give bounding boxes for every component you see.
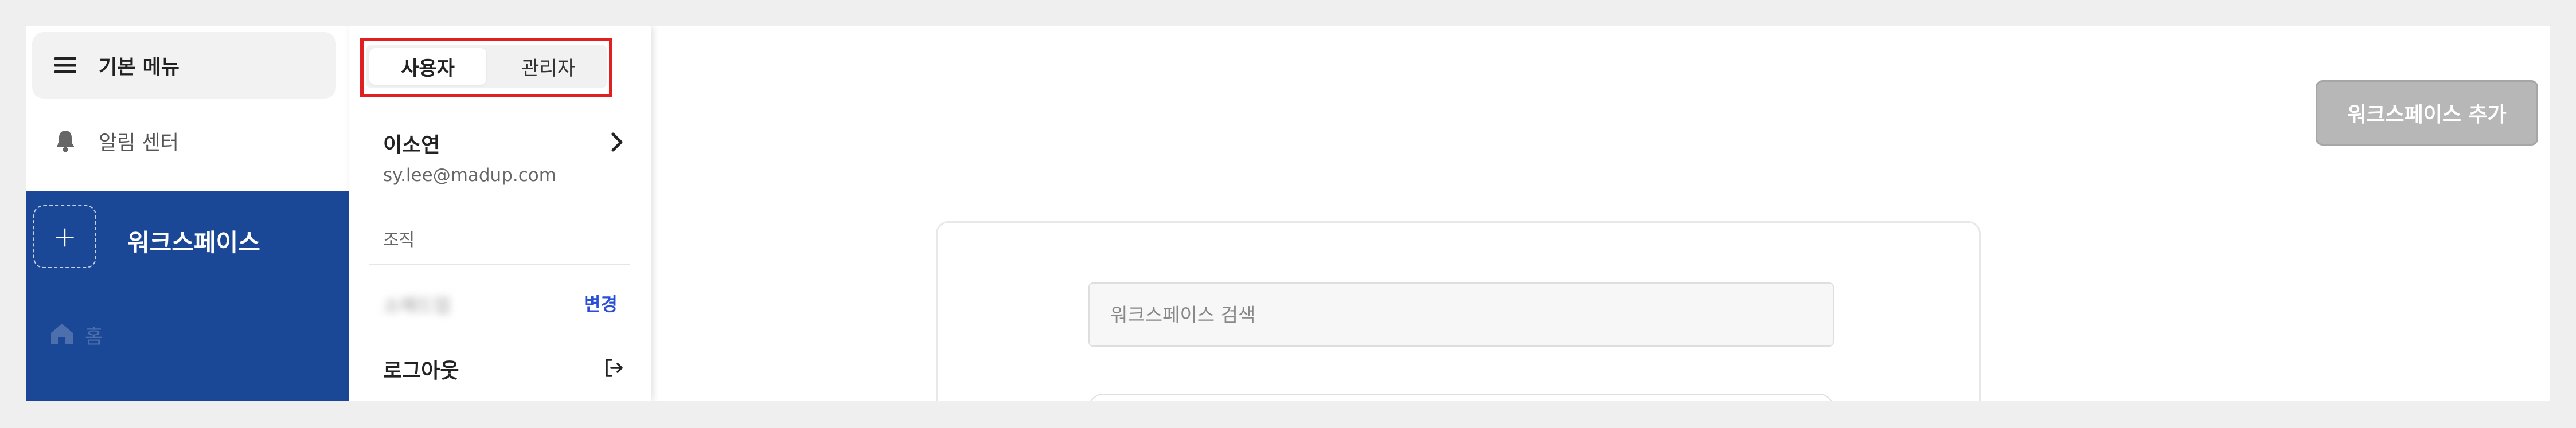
org-label: 조직 — [383, 230, 415, 250]
workspace-search-input[interactable] — [1088, 282, 1834, 347]
org-name: 소매드업 — [383, 295, 451, 316]
add-workspace-icon-button[interactable]: + — [33, 205, 96, 268]
user-email: sy.lee@madup.com — [383, 165, 556, 186]
nav-home[interactable]: 홈 — [49, 321, 103, 349]
logout-label: 로그아웃 — [383, 359, 459, 383]
chevron-right-icon — [610, 132, 624, 155]
user-name: 이소연 — [383, 133, 440, 157]
nav-basic-menu[interactable]: 기본 메뉴 — [32, 32, 336, 99]
user-profile-row[interactable]: 이소연 — [383, 128, 624, 158]
tabs-highlight-box — [360, 38, 612, 97]
home-icon — [49, 321, 75, 349]
workspace-title: 워크스페이스 — [127, 229, 260, 257]
workspace-panel: + 워크스페이스 홈 — [26, 191, 349, 401]
nav-alarm-center-label: 알림 센터 — [99, 131, 179, 155]
add-workspace-button[interactable]: 워크스페이스 추가 — [2316, 80, 2538, 146]
nav-home-label: 홈 — [85, 325, 103, 348]
divider — [369, 264, 630, 265]
logout-icon — [603, 358, 624, 380]
sidebar: 기본 메뉴 알림 센터 + 워크스페이스 홈 — [26, 26, 349, 401]
app-frame: 기본 메뉴 알림 센터 + 워크스페이스 홈 사용자 관리자 이소연 sy.le… — [26, 26, 2550, 401]
hamburger-icon — [54, 54, 77, 77]
nav-alarm-center[interactable]: 알림 센터 — [32, 108, 336, 174]
workspace-list-top — [1088, 394, 1834, 401]
change-org-button[interactable]: 변경 — [584, 290, 618, 316]
user-popup: 사용자 관리자 이소연 sy.lee@madup.com 조직 소매드업 변경 … — [349, 26, 651, 401]
bell-icon — [54, 129, 77, 152]
workspace-card — [936, 221, 1981, 401]
logout-button[interactable]: 로그아웃 — [383, 354, 624, 384]
nav-basic-menu-label: 기본 메뉴 — [99, 56, 179, 79]
